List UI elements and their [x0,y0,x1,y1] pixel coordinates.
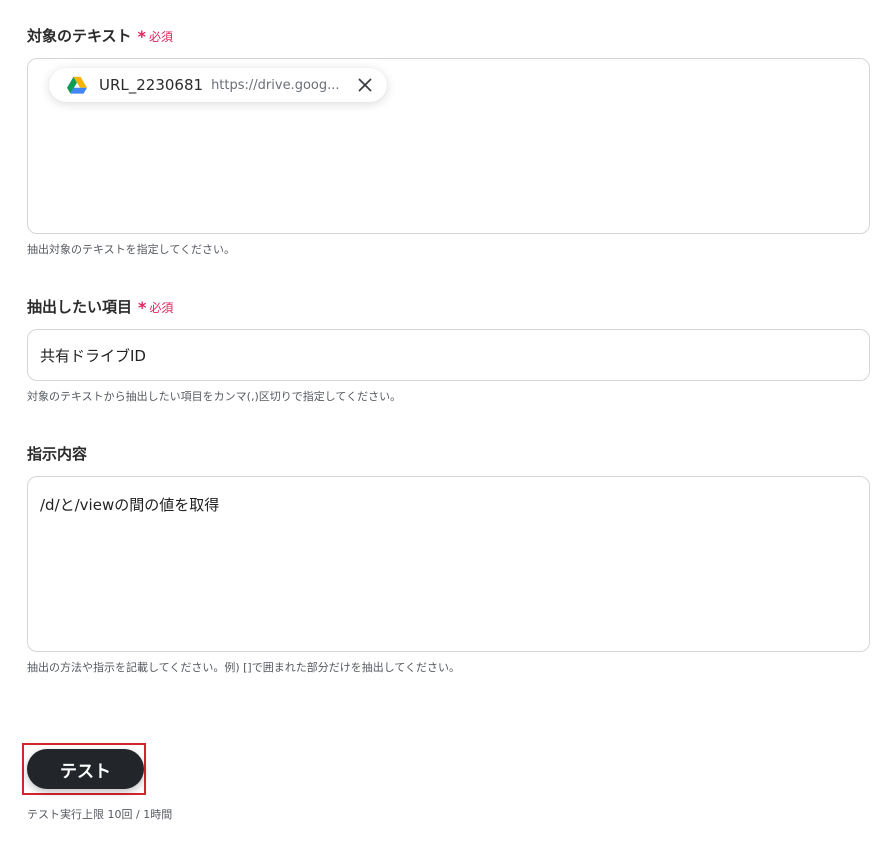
instructions-value: /d/と/viewの間の値を取得 [40,496,220,514]
google-drive-icon [67,75,89,95]
extract-items-label: 抽出したい項目 * 必須 [27,297,173,318]
asterisk-icon: * [137,27,146,46]
chip-file-name: URL_2230681 [99,76,204,94]
instructions-label: 指示内容 [27,444,87,464]
test-button[interactable]: テスト [27,749,144,789]
url-chip[interactable]: URL_2230681 https://drive.goog... [49,68,387,102]
target-text-label: 対象のテキスト * 必須 [27,26,173,47]
instructions-textarea[interactable]: /d/と/viewの間の値を取得 [27,476,870,652]
close-icon[interactable] [357,77,373,93]
extract-items-value: 共有ドライブID [40,347,146,365]
instructions-label-text: 指示内容 [27,445,88,463]
required-text: 必須 [149,301,174,315]
instructions-help: 抽出の方法や指示を記載してください。例) []で囲まれた部分だけを抽出してくださ… [27,661,461,674]
asterisk-icon: * [138,298,147,317]
target-text-label-text: 対象のテキスト [27,27,132,45]
required-badge: * 必須 [138,298,174,317]
required-badge: * 必須 [137,27,173,46]
chip-url: https://drive.goog... [211,77,340,93]
extract-items-label-text: 抽出したい項目 [27,298,133,316]
test-limit-text: テスト実行上限 10回 / 1時間 [27,808,173,821]
required-text: 必須 [148,30,173,44]
extract-items-input[interactable]: 共有ドライブID [27,329,870,381]
extract-items-help: 対象のテキストから抽出したい項目をカンマ(,)区切りで指定してください。 [27,390,402,403]
target-text-help: 抽出対象のテキストを指定してください。 [27,243,236,256]
